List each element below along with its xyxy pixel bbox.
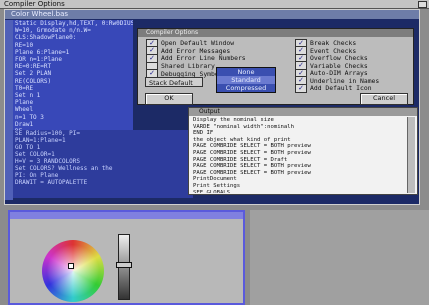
option-label: Add Error Line Numbers [161,54,246,62]
brightness-slider-knob[interactable] [116,262,132,268]
code-line: Plane 6:Plane=1 [15,48,70,56]
editor-title[interactable]: Color Wheel.bas [5,10,419,19]
cancel-button[interactable]: Cancel [360,93,408,105]
checkbox[interactable]: ✓ [295,83,307,93]
code-line: Plane [15,99,34,107]
code-line: Display the nominal size [193,117,274,123]
color-wheel-title-bar[interactable] [10,212,243,219]
code-line: Set 2 PLAN [15,70,52,78]
color-wheel-knob[interactable] [68,263,74,269]
popup-item[interactable]: Compressed [217,84,275,92]
dialog-title[interactable]: Compiler Options [138,29,413,37]
editor-lower-text[interactable]: SE Radius=100, PI= PLAN=1:Plane=1 GO TO … [13,130,193,198]
compiler-options-dialog: Compiler Options ✓ Open Default Window ✓ Ad… [137,28,414,105]
depth-gadget-icon[interactable] [418,1,427,8]
code-line: PAGE COMBRIDE SELECT = BOTH preview [193,149,311,156]
popup-item[interactable]: Standard [217,76,275,84]
color-wheel-shade [42,240,104,302]
code-line: PAGE COMBRIDE SELECT = BOTH preview [193,163,311,170]
code-line: PI: On Plane [15,172,59,179]
code-line: T0=RE [15,84,34,92]
code-line: Set n 1 [15,92,41,100]
option-label: Add Default Icon [310,84,372,92]
code-line: Static Display,hd,TEXT, 0:Rw0DIUS, WIND,… [15,20,133,27]
code-line: SE Radius=100, PI= [15,130,81,137]
code-line: END IF [193,130,214,137]
output-scrollbar[interactable] [407,117,415,193]
code-line: DRAWIT = AUTOPALETTE [15,179,88,186]
editor-text-area[interactable]: Static Display,hd,TEXT, 0:Rw0DIUS, WIND,… [13,20,133,130]
editor-scrollbar[interactable] [5,20,13,200]
code-line: RE=10 [15,41,34,49]
option-add-default-icon[interactable]: ✓ Add Default Icon [295,83,372,93]
code-line: the object what kind of print [193,136,291,143]
code-line: SEE GLOBALS [193,189,231,193]
code-line: Set COLOR=1 [15,151,55,158]
code-line: GO TO 1 [15,144,41,151]
output-title[interactable]: Output [189,108,417,116]
code-line: PAGE COMBRIDE SELECT = BOTH preview [193,143,311,150]
stack-default-cycle[interactable]: Stack Default [145,77,203,87]
code-line: PAGE COMBRIDE SELECT = Draft [193,156,288,163]
code-line: PLAN=1:Plane=1 [15,137,66,144]
code-line: Set COLORS? Wellness an the [15,165,113,172]
output-text-area[interactable]: Display the nominal size VARDE "nominal … [193,117,403,193]
compression-popup[interactable]: None Standard Compressed [216,67,276,93]
screen-title: Compiler Options [4,0,65,8]
code-line: VARDE "nominal width":nominalh [193,123,295,130]
code-line: H=V = 3 RANDCOLORS [15,158,81,165]
output-window: Output Display the nominal size VARDE "n… [188,107,418,195]
code-line: CLS:ShadowPlane0: [15,34,77,42]
code-line: PrintDocument [193,176,237,183]
code-line: Draw1 [15,120,34,128]
code-line: n=1 TO 3 [15,113,44,121]
ok-button[interactable]: OK [145,93,193,105]
screen-title-bar: Compiler Options [0,0,429,9]
code-line: W=10, Grmodate n/n.W= [15,27,91,35]
popup-item[interactable]: None [217,68,275,76]
desktop-background [250,210,429,305]
option-add-error-line-numbers[interactable]: ✓ Add Error Line Numbers [146,53,246,63]
color-wheel-window [8,210,245,305]
code-line: Print Settings [193,182,241,189]
code-line: Wheel [15,106,34,114]
code-line: PAGE COMBRIDE SELECT = BOTH preview [193,169,311,176]
code-line: FOR n=1:Plane [15,56,62,64]
code-line: RE=0:RE=RT [15,63,52,71]
code-line: RE(COLORS) [15,77,52,85]
